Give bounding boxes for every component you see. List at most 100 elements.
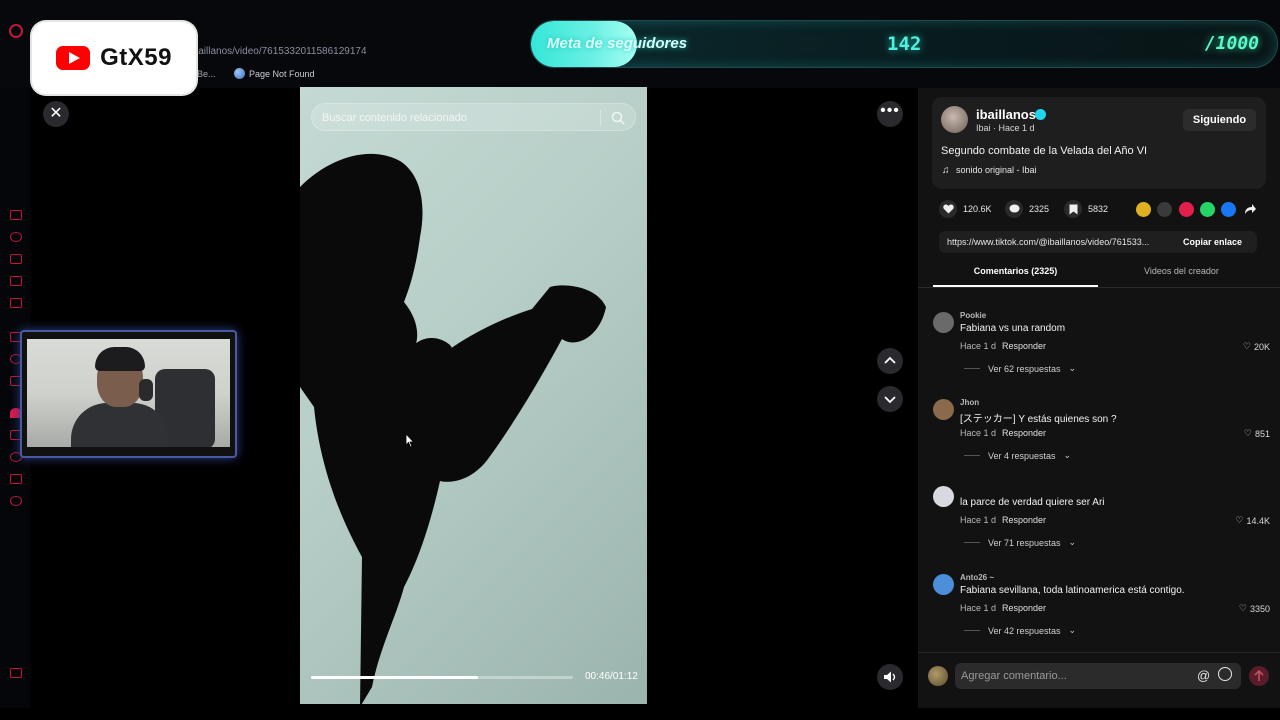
save-button[interactable]: 5832 [1064,200,1108,218]
share-arrow-icon[interactable] [1242,202,1257,217]
sidebar-chat-icon[interactable] [10,276,22,286]
webcam-streamer [71,347,169,447]
heart-outline-icon: ♡ [1242,341,1251,351]
sidebar-news-icon[interactable] [10,298,22,308]
chevron-up-icon [884,356,896,364]
youtube-logo-icon [56,46,91,70]
search-icon[interactable] [611,111,625,125]
share-facebook-icon[interactable] [1221,202,1236,217]
globe-icon [234,68,245,79]
comment-text: Fabiana vs una random [960,323,1066,334]
bookmark-label: Page Not Found [249,68,315,79]
comment-like-button[interactable]: ♡ 3350 [1239,603,1270,614]
commenter-avatar[interactable] [933,312,954,333]
sidebar-refresh-icon[interactable] [10,232,22,242]
volume-icon [884,671,896,683]
goal-target-count: /1000 [1204,33,1259,54]
chevron-down-icon [884,396,896,404]
copy-link-button[interactable]: Copiar enlace [1183,237,1242,247]
sidebar-settings-icon[interactable] [10,496,22,506]
comment-time: Hace 1 d [960,515,997,525]
commenter-name[interactable]: Jhon [960,398,979,407]
share-embed-icon[interactable] [1157,202,1172,217]
heart-icon [939,200,957,218]
tab-creator-videos[interactable]: Videos del creador [1099,266,1264,276]
comment-text: la parce de verdad quiere ser Ari [960,497,1105,508]
emoji-icon[interactable] [1218,667,1232,681]
webcam-feed [27,339,230,447]
sidebar-cube-icon[interactable] [10,474,22,484]
share-send-icon[interactable] [1179,202,1194,217]
chevron-down-icon: ⌄ [1068,537,1077,547]
commenter-avatar[interactable] [933,399,954,420]
chevron-down-icon: ⌄ [1063,450,1072,460]
sidebar-wallet-icon[interactable] [10,210,22,220]
next-video-button[interactable] [877,386,903,412]
mouse-cursor-icon [405,434,414,448]
music-note-icon: ♫ [942,165,950,176]
reply-button[interactable]: Responder [1002,341,1046,351]
arrow-up-icon [1254,669,1264,681]
view-replies-button[interactable]: Ver 71 respuestas ⌄ [964,537,1076,548]
following-button[interactable]: Siguiendo [1183,109,1256,131]
send-comment-button[interactable] [1249,666,1269,686]
heart-outline-icon: ♡ [1238,603,1247,613]
volume-button[interactable] [877,664,903,690]
commenter-name[interactable]: Pookie [960,311,986,320]
comment-text: [ステッカー] Y estás quienes son ? [960,414,1117,425]
reply-button[interactable]: Responder [1002,515,1046,525]
like-button[interactable]: 120.6K [939,200,992,218]
comment-like-button[interactable]: ♡ 14.4K [1235,515,1270,526]
view-replies-label: Ver 42 respuestas [988,625,1061,636]
comment-button[interactable]: 2325 [1005,200,1049,218]
video-progress-bar[interactable] [311,676,573,679]
share-coin-icon[interactable] [1136,202,1151,217]
heart-outline-icon: ♡ [1243,428,1252,438]
reply-button[interactable]: Responder [1002,428,1046,438]
commenter-avatar[interactable] [933,486,954,507]
view-replies-label: Ver 71 respuestas [988,537,1061,548]
comment-item: la parce de verdad quiere ser Ari Hace 1… [932,485,1274,565]
author-avatar[interactable] [941,106,968,133]
mention-icon[interactable]: @ [1197,668,1210,683]
headset-icon [139,379,153,401]
goal-label: Meta de seguidores [547,35,688,52]
author-subtitle: Ibai · Hace 1 d [976,123,1035,133]
reply-button[interactable]: Responder [1002,603,1046,613]
comment-like-button[interactable]: ♡ 20K [1243,341,1270,352]
search-placeholder: Buscar contenido relacionado [322,112,467,124]
opera-icon[interactable] [9,24,23,38]
video-progress-fill [311,676,479,679]
previous-video-button[interactable] [877,348,903,374]
comment-like-button[interactable]: ♡ 851 [1244,428,1270,439]
sidebar-more-icon[interactable] [10,668,22,678]
more-options-button[interactable]: ••• [877,101,903,127]
view-replies-label: Ver 4 respuestas [988,450,1056,461]
comment-time: Hace 1 d [960,603,997,613]
related-search-input[interactable]: Buscar contenido relacionado [311,103,636,131]
view-replies-button[interactable]: Ver 4 respuestas ⌄ [964,450,1071,461]
view-replies-button[interactable]: Ver 62 respuestas ⌄ [964,363,1076,374]
tabs-divider [918,287,1280,288]
music-label[interactable]: sonido original - Ibai [956,165,1037,175]
my-avatar [928,666,948,686]
comment-item: Jhon [ステッカー] Y estás quienes son ? Hace … [932,398,1274,478]
save-count: 5832 [1088,204,1109,214]
share-whatsapp-icon[interactable] [1200,202,1215,217]
video-player[interactable]: Buscar contenido relacionado 00:46/01:12 [300,87,647,704]
commenter-name[interactable]: Anto26 ~ [960,573,994,582]
bookmark-icon [1064,200,1082,218]
commenter-avatar[interactable] [933,574,954,595]
sidebar-bag-icon[interactable] [10,254,22,264]
author-name[interactable]: ibaillanos [976,107,1036,122]
address-bar-url[interactable]: iaillanos/video/7615332011586129174 [196,46,367,57]
bookmark-page-not-found[interactable]: Page Not Found [234,68,315,79]
search-divider [600,110,601,126]
composer-divider [918,652,1280,653]
view-replies-button[interactable]: Ver 42 respuestas ⌄ [964,625,1076,636]
verified-badge-icon [1035,109,1046,120]
close-button[interactable]: ✕ [43,101,69,127]
post-link-url: https://www.tiktok.com/@ibaillanos/video… [947,237,1150,247]
tab-comments[interactable]: Comentarios (2325) [933,266,1098,276]
post-caption: Segundo combate de la Velada del Año VI [941,145,1148,157]
